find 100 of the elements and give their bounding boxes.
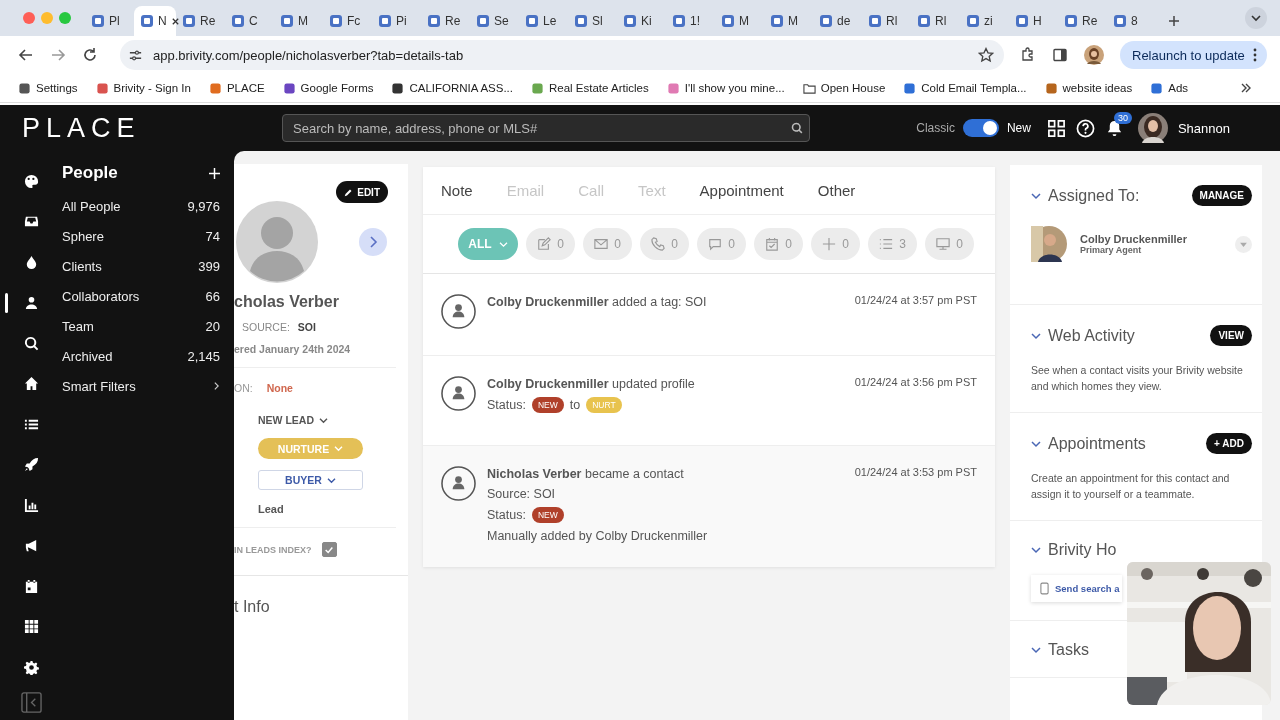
back-icon[interactable] xyxy=(18,47,34,63)
section-action-button[interactable]: VIEW xyxy=(1210,325,1252,346)
browser-tab[interactable]: M xyxy=(715,6,764,36)
browser-tab[interactable]: 1! xyxy=(666,6,715,36)
activity-tab[interactable]: Appointment xyxy=(699,182,784,199)
favicon-icon xyxy=(282,81,296,95)
bar-chart-icon[interactable] xyxy=(23,497,39,513)
person-icon[interactable] xyxy=(23,295,39,311)
browser-tab[interactable]: de xyxy=(813,6,862,36)
activity-tab[interactable]: Other xyxy=(817,182,856,199)
help-icon[interactable] xyxy=(1075,118,1095,138)
sidebar-item[interactable]: Collaborators 66 xyxy=(62,281,220,311)
browser-tab[interactable]: Pi xyxy=(372,6,421,36)
bookmark-star-icon[interactable] xyxy=(978,47,994,63)
chevron-down-icon[interactable] xyxy=(1031,546,1041,554)
browser-tab[interactable]: Re xyxy=(421,6,470,36)
search-icon[interactable] xyxy=(791,122,803,134)
browser-tab[interactable]: Le xyxy=(519,6,568,36)
sidebar-item[interactable]: Clients 399 xyxy=(62,251,220,281)
browser-tab[interactable]: C xyxy=(225,6,274,36)
bookmark[interactable]: Brivity - Sign In xyxy=(95,81,191,95)
browser-tab[interactable]: H xyxy=(1009,6,1058,36)
reload-icon[interactable] xyxy=(82,47,98,63)
rocket-icon[interactable] xyxy=(23,457,39,473)
browser-tab[interactable]: Re xyxy=(1058,6,1107,36)
browser-tab[interactable]: Pl xyxy=(85,6,134,36)
field-value: SOI xyxy=(297,321,316,333)
browser-tab[interactable]: Re xyxy=(176,6,225,36)
bookmark[interactable]: I'll show you mine... xyxy=(666,81,785,95)
bookmark[interactable]: Google Forms xyxy=(282,81,374,95)
home-icon[interactable] xyxy=(23,376,39,392)
checkbox[interactable] xyxy=(321,542,337,557)
browser-tab[interactable]: Rl xyxy=(911,6,960,36)
bookmark[interactable]: Cold Email Templa... xyxy=(903,81,1027,95)
more-bookmarks-icon[interactable] xyxy=(1240,82,1252,94)
sidebar-item[interactable]: Smart Filters xyxy=(62,371,220,401)
bookmark[interactable]: PLACE xyxy=(208,81,265,95)
favicon-icon xyxy=(672,14,686,28)
relaunch-button[interactable]: Relaunch to update xyxy=(1120,41,1267,69)
section-action-button[interactable]: + ADD xyxy=(1206,433,1252,454)
browser-tab[interactable]: N xyxy=(134,6,176,36)
browser-tab[interactable]: Sl xyxy=(568,6,617,36)
browser-tab[interactable]: Ki xyxy=(617,6,666,36)
favicon-icon xyxy=(427,14,441,28)
bookmark[interactable]: Open House xyxy=(802,81,886,95)
search-field[interactable]: Search by name, address, phone or MLS# xyxy=(282,114,810,142)
search-icon[interactable] xyxy=(23,335,39,351)
side-panel-icon[interactable] xyxy=(1052,47,1068,63)
section-title: Tasks xyxy=(1048,641,1090,659)
browser-tab[interactable]: M xyxy=(274,6,323,36)
chevron-down-icon[interactable] xyxy=(1031,439,1041,448)
extensions-icon[interactable] xyxy=(1020,47,1036,63)
sidebar-item[interactable]: Sphere 74 xyxy=(62,221,220,251)
type-dropdown[interactable]: BUYER xyxy=(258,470,363,490)
collapse-sidebar-icon[interactable] xyxy=(20,691,42,713)
chevron-down-icon[interactable] xyxy=(1031,331,1041,340)
palette-icon[interactable] xyxy=(23,173,39,189)
bookmark[interactable]: Ads xyxy=(1150,81,1189,95)
browser-tab[interactable]: M xyxy=(764,6,813,36)
bookmark[interactable]: CALIFORNIA ASS... xyxy=(391,81,513,95)
browser-tab[interactable]: Fc xyxy=(323,6,372,36)
chevron-down-icon[interactable] xyxy=(1031,191,1041,200)
toggle-switch[interactable] xyxy=(962,119,999,137)
grid-icon[interactable] xyxy=(23,619,39,635)
user-name[interactable]: Shannon xyxy=(1177,120,1230,136)
stage-dropdown[interactable]: NEW LEAD xyxy=(258,414,328,426)
apps-icon[interactable] xyxy=(1046,118,1066,138)
sidebar-item[interactable]: All People 9,976 xyxy=(62,191,220,221)
bookmark[interactable]: Real Estate Articles xyxy=(531,81,649,95)
new-tab-icon[interactable] xyxy=(1168,15,1180,27)
megaphone-icon[interactable] xyxy=(23,538,39,554)
sidebar-item[interactable]: Team 20 xyxy=(62,311,220,341)
browser-tab[interactable]: zi xyxy=(960,6,1009,36)
activity-text: Colby Druckenmiller updated profile xyxy=(487,377,696,391)
calendar-icon[interactable] xyxy=(23,578,39,594)
tab-search-icon[interactable] xyxy=(1245,7,1267,29)
add-icon[interactable] xyxy=(209,167,220,179)
bookmark[interactable]: Settings xyxy=(18,81,78,95)
logo[interactable]: PLACE xyxy=(22,112,258,144)
pencil-icon xyxy=(344,187,354,197)
browser-tab[interactable]: Se xyxy=(470,6,519,36)
activity-text: Nicholas Verber became a contact xyxy=(487,467,685,481)
section-action-button[interactable]: MANAGE xyxy=(1191,185,1252,206)
settings-icon[interactable] xyxy=(23,659,39,675)
address-bar[interactable]: app.brivity.com/people/nicholasverber?tab=details-tab xyxy=(120,40,1004,70)
favicon-icon xyxy=(525,14,539,28)
timestamp: 01/24/24 at 3:56 pm PST xyxy=(854,376,977,388)
browser-tab[interactable]: Rl xyxy=(862,6,911,36)
send-search-button[interactable]: Send search a xyxy=(1031,575,1123,602)
chevron-down-icon[interactable] xyxy=(1031,646,1041,654)
edit-button[interactable]: EDIT xyxy=(336,181,388,203)
browser-tab[interactable]: 8 xyxy=(1107,6,1156,36)
next-button[interactable] xyxy=(359,228,387,256)
close-icon[interactable] xyxy=(170,16,180,26)
activity-tab[interactable]: Note xyxy=(441,182,473,199)
forward-icon[interactable] xyxy=(50,47,66,63)
checkmark-icon xyxy=(324,544,334,555)
person-icon xyxy=(441,466,476,501)
bookmark[interactable]: website ideas xyxy=(1044,81,1133,95)
sidebar-item[interactable]: Archived 2,145 xyxy=(62,341,220,371)
